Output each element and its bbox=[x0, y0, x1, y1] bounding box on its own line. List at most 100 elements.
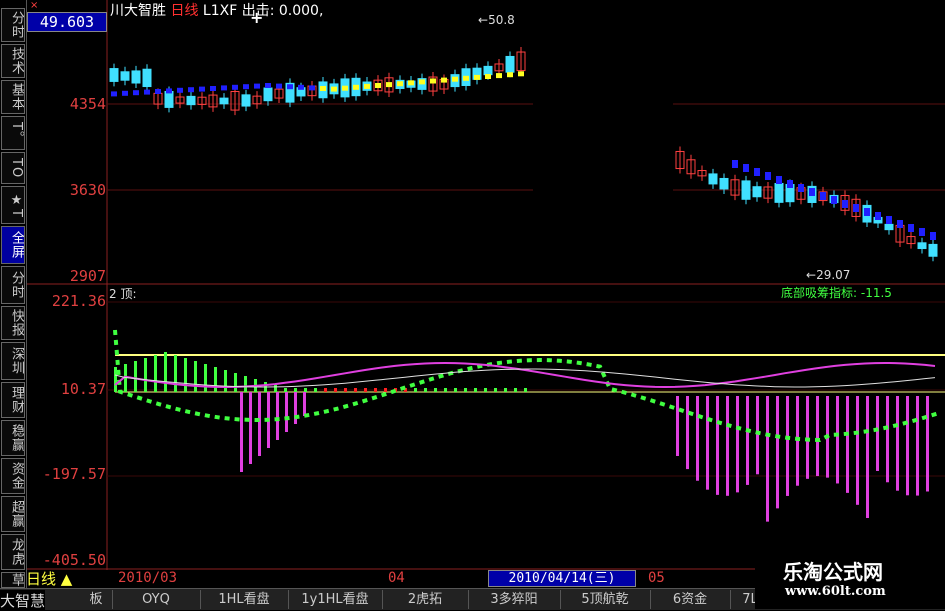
indicator-bar bbox=[374, 388, 377, 392]
sidebar-tab[interactable]: TO bbox=[1, 152, 25, 184]
sidebar-tab[interactable]: 超赢 bbox=[1, 496, 25, 532]
ma-dot bbox=[875, 212, 881, 220]
indicator-bar-negative bbox=[806, 396, 809, 479]
sidebar-tab[interactable]: 草 bbox=[1, 572, 25, 588]
ma-dot bbox=[122, 90, 128, 96]
ma-dot bbox=[397, 81, 403, 87]
indicator-bar bbox=[514, 388, 517, 392]
indicator-bar bbox=[354, 388, 357, 392]
formula-tab[interactable]: 1y1HL看盘 bbox=[288, 590, 383, 609]
ma-dot bbox=[776, 176, 782, 184]
indicator-bar-negative bbox=[836, 396, 839, 484]
indicator-bar bbox=[164, 352, 167, 392]
indicator-bar bbox=[234, 373, 237, 392]
ma-dot bbox=[188, 87, 194, 93]
formula-tab[interactable]: OYQ bbox=[112, 590, 201, 609]
candle-body bbox=[917, 242, 927, 250]
indicator-bar-negative bbox=[856, 396, 859, 505]
candle-body bbox=[719, 177, 729, 190]
sidebar-tab[interactable]: ★T bbox=[1, 186, 25, 224]
ma-dot bbox=[276, 83, 282, 89]
indicator-bar bbox=[414, 388, 417, 392]
candle-body bbox=[142, 68, 152, 88]
indicator-bar-negative bbox=[926, 396, 929, 492]
indicator-bar bbox=[274, 385, 277, 392]
indicator-bar bbox=[504, 388, 507, 392]
sidebar-tab[interactable]: 资金 bbox=[1, 458, 25, 494]
ma-dot bbox=[111, 91, 117, 97]
watermark-url: www.60lt.com bbox=[785, 584, 886, 599]
sidebar-tab[interactable]: 分时 bbox=[1, 266, 25, 304]
x-tick: 2010/03 bbox=[118, 570, 178, 586]
ma-dot bbox=[133, 90, 139, 96]
chart-title: 川大智胜 日线 L1XF 出击: 0.000, bbox=[110, 0, 323, 20]
ma-dot bbox=[441, 77, 447, 83]
ma-dot bbox=[831, 196, 837, 204]
period-selector[interactable]: 日线 ▲ bbox=[26, 568, 72, 589]
indicator-bar bbox=[314, 388, 317, 392]
sidebar-tab[interactable]: 龙虎 bbox=[1, 534, 25, 570]
ma-dot bbox=[144, 89, 150, 95]
indicator-bar bbox=[334, 388, 337, 392]
indicator-tick: -197.57 bbox=[42, 465, 106, 483]
indicator-bar-negative bbox=[886, 396, 889, 483]
sidebar-tab[interactable]: T。 bbox=[1, 116, 25, 150]
price-tick: 3630 bbox=[69, 181, 106, 199]
ma-dot bbox=[897, 220, 903, 228]
indicator-bar-negative bbox=[303, 392, 306, 416]
indicator-line-magenta bbox=[114, 361, 936, 389]
indicator-bar bbox=[224, 370, 227, 392]
ma-dot bbox=[886, 216, 892, 224]
cursor-date-box: 2010/04/14(三) bbox=[488, 570, 636, 587]
formula-tab[interactable]: 3多猝阳 bbox=[468, 590, 561, 609]
indicator-tick: 10.37 bbox=[60, 380, 106, 398]
indicator-bar-negative bbox=[240, 392, 243, 472]
formula-tab[interactable]: 6资金 bbox=[650, 590, 731, 609]
formula-tab[interactable]: 2虎拓 bbox=[382, 590, 469, 609]
indicator-bar-negative bbox=[906, 396, 909, 496]
ma-dot bbox=[485, 74, 491, 79]
ma-dot bbox=[375, 83, 381, 88]
ma-dot bbox=[221, 85, 227, 91]
left-sidebar: 分时 技术 基本 T。 TO ★T 全屏 分时 快报 深圳 理财 稳赢 资金 超赢 龙虎草 bbox=[0, 0, 27, 609]
sidebar-tab[interactable]: 快报 bbox=[1, 306, 25, 340]
sidebar-tab[interactable]: 理财 bbox=[1, 382, 25, 418]
formula-tab[interactable]: 1HL看盘 bbox=[200, 590, 289, 609]
ma-dot bbox=[342, 85, 348, 91]
kline-chart[interactable] bbox=[0, 0, 945, 609]
candle-body bbox=[120, 71, 130, 81]
indicator-bar bbox=[324, 388, 327, 392]
indicator-bar bbox=[214, 367, 217, 392]
sidebar-tab[interactable]: 技术 bbox=[1, 44, 25, 78]
indicator-bar bbox=[524, 388, 527, 392]
formula-tab[interactable]: 5顶航乾 bbox=[560, 590, 651, 609]
ma-dot bbox=[298, 84, 304, 90]
ma-dot bbox=[254, 83, 260, 89]
price-tick: 4354 bbox=[69, 95, 106, 113]
sidebar-tab[interactable]: 分时 bbox=[1, 8, 25, 42]
indicator-bar-negative bbox=[866, 396, 869, 519]
indicator-bar-negative bbox=[676, 396, 679, 456]
indicator-bar bbox=[474, 388, 477, 392]
sidebar-tab[interactable]: 全屏 bbox=[1, 226, 25, 264]
candle-body bbox=[928, 243, 938, 257]
ma-dot bbox=[430, 78, 436, 84]
formula-tab[interactable]: 板 bbox=[80, 590, 113, 609]
sidebar-tab[interactable]: 深圳 bbox=[1, 342, 25, 380]
sidebar-tab[interactable]: 基本 bbox=[1, 80, 25, 114]
indicator-bar bbox=[364, 388, 367, 392]
period-label[interactable]: 日线 bbox=[170, 3, 198, 19]
close-icon[interactable]: × bbox=[30, 0, 38, 11]
indicator-panel-title: 2 顶: bbox=[109, 287, 137, 301]
ma-dot bbox=[754, 168, 760, 176]
ma-dot bbox=[243, 84, 249, 90]
indicator-line-white bbox=[114, 368, 936, 388]
indicator-tick: -405.50 bbox=[42, 551, 106, 569]
ma-dot bbox=[386, 82, 392, 88]
indicator-bar-negative bbox=[294, 392, 297, 424]
sidebar-tab[interactable]: 稳赢 bbox=[1, 420, 25, 456]
indicator-bar-negative bbox=[276, 392, 279, 440]
indicator-bar-negative bbox=[249, 392, 252, 464]
candlestick-series bbox=[109, 47, 938, 262]
indicator-bar bbox=[484, 388, 487, 392]
